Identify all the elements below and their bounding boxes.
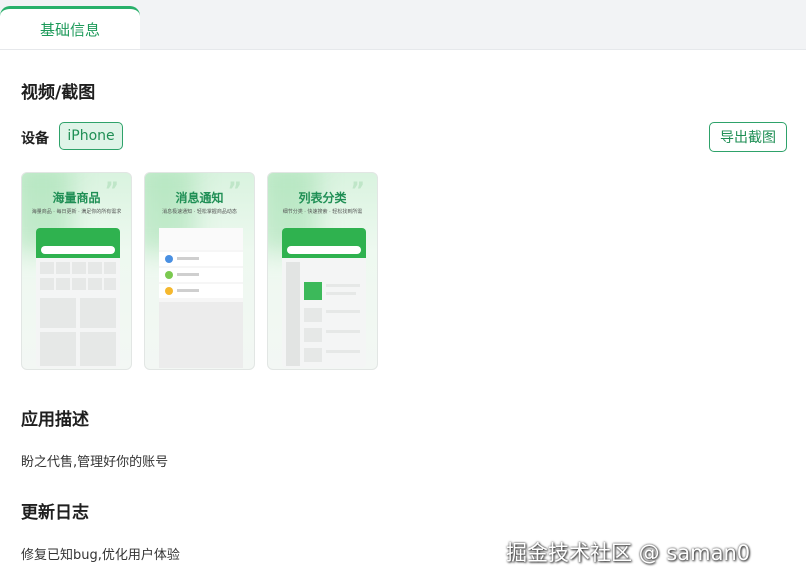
changelog-section-title: 更新日志 (21, 503, 89, 523)
system-icon (165, 287, 173, 295)
phone-mockup (282, 228, 366, 368)
list-line (326, 330, 360, 333)
notification-icon (165, 255, 173, 263)
watermark: 掘金技术社区 @ saman0 (506, 541, 751, 565)
phone-mockup (159, 228, 243, 368)
grid-tile (40, 262, 54, 274)
screenshot-thumbnail[interactable]: ” 消息通知 消息极速通知 · 轻松掌握商品动态 (144, 172, 255, 370)
grid-tile (88, 262, 102, 274)
screenshot-title: 海量商品 (52, 191, 101, 205)
phone-mockup (36, 228, 120, 368)
screenshot-subtitle: 消息极速通知 · 轻松掌握商品动态 (162, 209, 237, 215)
export-screenshots-button[interactable]: 导出截图 (709, 122, 787, 152)
product-card (40, 298, 76, 328)
category-sidebar (286, 262, 300, 366)
message-text (177, 289, 199, 292)
product-card (80, 332, 116, 366)
grid-tile (104, 262, 116, 274)
grid-tile (40, 278, 54, 290)
message-row (159, 252, 243, 266)
list-line (326, 292, 356, 295)
screenshot-subtitle: 海量商品 · 每日更新 · 满足你的所有需求 (31, 209, 122, 215)
screenshot-title: 消息通知 (175, 191, 224, 205)
tab-basic-info[interactable]: 基础信息 (0, 6, 140, 50)
message-text (177, 257, 199, 260)
product-card (80, 298, 116, 328)
phone-search-bar (287, 246, 361, 254)
grid-tile (72, 278, 86, 290)
screenshot-subtitle: 细节分类 · 快速搜索 · 轻松找到所需 (282, 209, 363, 215)
list-line (326, 310, 360, 313)
media-section-title: 视频/截图 (21, 83, 96, 103)
screenshot-title: 列表分类 (298, 191, 347, 205)
phone-search-bar (41, 246, 115, 254)
device-label: 设备 (21, 131, 49, 147)
screenshot-thumbnail[interactable]: ” 列表分类 细节分类 · 快速搜索 · 轻松找到所需 (267, 172, 378, 370)
product-card (40, 332, 76, 366)
tab-bar: 基础信息 (0, 0, 806, 50)
grid-tile (104, 278, 116, 290)
grid-tile (56, 262, 70, 274)
grid-tile (72, 262, 86, 274)
selected-item (304, 282, 322, 300)
message-row (159, 284, 243, 298)
list-thumb (304, 308, 322, 322)
empty-area (159, 302, 243, 368)
list-line (326, 350, 360, 353)
list-line (326, 284, 360, 287)
grid-tile (88, 278, 102, 290)
grid-tile (56, 278, 70, 290)
phone-header (159, 228, 243, 250)
screenshot-thumbnail[interactable]: ” 海量商品 海量商品 · 每日更新 · 满足你的所有需求 (21, 172, 132, 370)
order-icon (165, 271, 173, 279)
message-row (159, 268, 243, 282)
list-thumb (304, 348, 322, 362)
description-text: 盼之代售,管理好你的账号 (21, 455, 169, 470)
description-section-title: 应用描述 (21, 410, 89, 430)
message-text (177, 273, 199, 276)
list-thumb (304, 328, 322, 342)
changelog-text: 修复已知bug,优化用户体验 (21, 548, 180, 563)
device-chip-iphone[interactable]: iPhone (59, 122, 123, 150)
